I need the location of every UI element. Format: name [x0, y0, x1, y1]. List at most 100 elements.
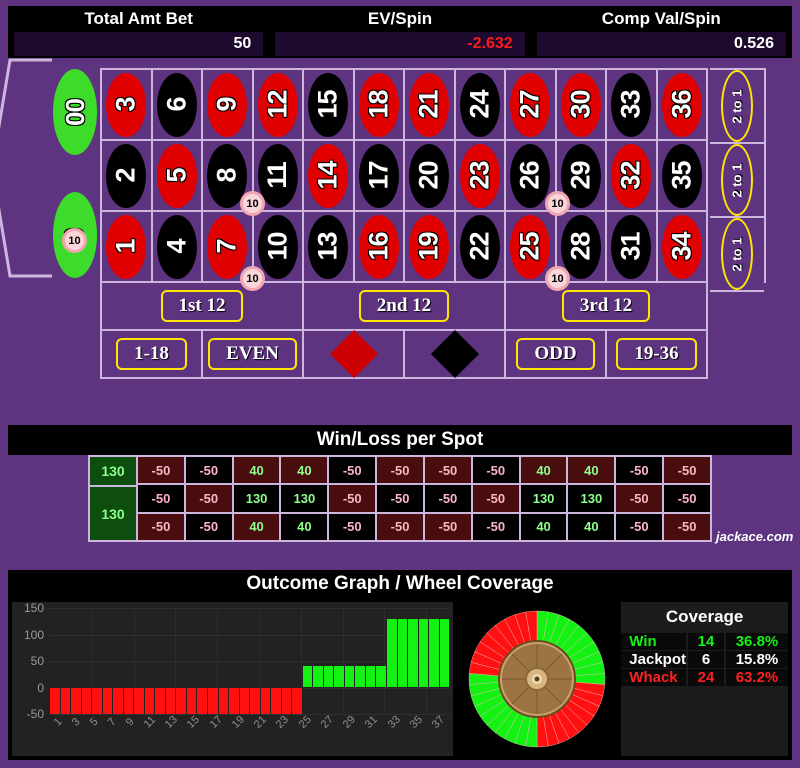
- bet-cell-even[interactable]: EVEN: [203, 331, 304, 377]
- number-oval: 16: [358, 214, 399, 279]
- bet-cell-column-bottom[interactable]: 2 to 1: [710, 218, 764, 292]
- bet-cell-red[interactable]: [304, 329, 405, 379]
- number-label: 31: [615, 232, 646, 261]
- bet-cell-9[interactable]: 9: [203, 70, 254, 141]
- number-oval: 31: [611, 214, 652, 279]
- chart-bar: [302, 608, 313, 714]
- number-label: 34: [666, 232, 697, 261]
- bet-chip[interactable]: 10: [62, 228, 87, 253]
- bet-cell-31[interactable]: 31: [607, 212, 658, 283]
- stat-total-amt-bet: Total Amt Bet 50: [8, 6, 269, 58]
- chart-bar: [397, 608, 408, 714]
- bet-cell-black[interactable]: [405, 329, 506, 379]
- chart-plot-area: [50, 608, 450, 714]
- bet-cell-21[interactable]: 21: [405, 70, 456, 141]
- bet-cell-12[interactable]: 12: [253, 70, 304, 141]
- bet-cell-19[interactable]: 19: [405, 212, 456, 283]
- coverage-row: Jackpot 6 15.8%: [621, 651, 788, 668]
- bet-cell-33[interactable]: 33: [607, 70, 658, 141]
- bet-cell-6[interactable]: 6: [152, 70, 203, 141]
- bet-cell-32[interactable]: 32: [607, 141, 658, 212]
- number-oval: 22: [459, 214, 500, 279]
- bet-cell-1st-12[interactable]: 1st 12: [102, 283, 304, 329]
- number-oval: 20: [409, 143, 450, 208]
- coverage-panel: Coverage Win 14 36.8% Jackpot 6 15.8% Whack 24 6…: [621, 602, 788, 756]
- bet-cell-column-top[interactable]: 2 to 1: [710, 70, 764, 144]
- number-label: 14: [312, 161, 343, 190]
- bet-chip[interactable]: 10: [545, 191, 570, 216]
- bet-cell-20[interactable]: 20: [405, 141, 456, 212]
- winloss-cell: -50: [472, 457, 519, 484]
- number-label: 5: [161, 168, 192, 183]
- bet-cell-18[interactable]: 18: [354, 70, 405, 141]
- number-label: 25: [514, 232, 545, 261]
- chart-bar: [113, 608, 123, 714]
- number-label: 15: [312, 90, 343, 119]
- bet-cell-1[interactable]: 1: [102, 212, 153, 283]
- bet-cell-34[interactable]: 34: [657, 212, 708, 283]
- outcome-chart: 150 100 50 0 -50 1 3 5 7 9 11 13 15 17 19 21 23 25 27 29 31…: [12, 601, 454, 756]
- watermark: jackace.com: [716, 529, 794, 544]
- bet-cell-00[interactable]: 00: [52, 68, 98, 156]
- chart-bar: [418, 608, 429, 714]
- bet-cell-2nd-12[interactable]: 2nd 12: [304, 283, 506, 329]
- bet-cell-15[interactable]: 15: [304, 70, 355, 141]
- number-label: 4: [161, 239, 192, 254]
- number-label: 19: [413, 232, 444, 261]
- bet-cell-24[interactable]: 24: [455, 70, 506, 141]
- bet-cell-3rd-12[interactable]: 3rd 12: [506, 283, 708, 329]
- bet-cell-17[interactable]: 17: [354, 141, 405, 212]
- bet-cell-column-middle[interactable]: 2 to 1: [710, 144, 764, 218]
- bet-chip[interactable]: 10: [240, 191, 265, 216]
- number-oval: 2: [106, 143, 147, 208]
- bet-cell-27[interactable]: 27: [506, 70, 557, 141]
- bet-cell-19-36[interactable]: 19-36: [607, 331, 708, 377]
- winloss-cell: 130: [568, 485, 615, 512]
- bet-cell-3[interactable]: 3: [102, 70, 153, 141]
- stat-ev-per-spin: EV/Spin -2.632: [269, 6, 530, 58]
- coverage-row: Whack 24 63.2%: [621, 669, 788, 686]
- winloss-zero-cell: 130: [90, 457, 136, 485]
- column-bet-pill: 2 to 1: [721, 218, 753, 290]
- number-label: 3: [110, 97, 141, 112]
- winloss-grid: 130 130 -50 -50 40 40 -50 -50 -50 -50 40 40 -50 -50…: [88, 455, 712, 542]
- bet-cell-odd[interactable]: ODD: [506, 331, 607, 377]
- stat-value: -2.632: [275, 32, 525, 56]
- chart-bar: [176, 608, 186, 714]
- bet-cell-1-18[interactable]: 1-18: [102, 331, 203, 377]
- bet-cell-36[interactable]: 36: [657, 70, 708, 141]
- bet-cell-4[interactable]: 4: [152, 212, 203, 283]
- winloss-cell: -50: [424, 485, 471, 512]
- bet-cell-13[interactable]: 13: [304, 212, 355, 283]
- coverage-label: Jackpot: [621, 651, 686, 668]
- winloss-cell: -50: [185, 457, 232, 484]
- winloss-cell: -50: [185, 513, 232, 540]
- chart-y-axis: 150 100 50 0 -50: [12, 601, 48, 721]
- bet-cell-5[interactable]: 5: [152, 141, 203, 212]
- chart-bar: [334, 608, 344, 714]
- bet-cell-35[interactable]: 35: [657, 141, 708, 212]
- outside-bet-label: ODD: [516, 338, 595, 370]
- chart-bar: [186, 608, 197, 714]
- chart-bar: [323, 608, 334, 714]
- number-oval: 27: [510, 72, 551, 137]
- chart-bar: [50, 608, 60, 714]
- bet-chip[interactable]: 10: [545, 266, 570, 291]
- chart-bar: [144, 608, 155, 714]
- dozen-bets: 1st 12 2nd 12 3rd 12: [100, 283, 708, 331]
- winloss-cell: -50: [616, 457, 663, 484]
- coverage-label: Whack: [621, 669, 686, 686]
- bet-cell-14[interactable]: 14: [304, 141, 355, 212]
- stat-value: 50: [14, 32, 264, 56]
- bet-cell-2[interactable]: 2: [102, 141, 153, 212]
- chart-bar: [229, 608, 239, 714]
- number-oval: 28: [560, 214, 601, 279]
- bet-chip[interactable]: 10: [240, 266, 265, 291]
- winloss-cell: 40: [233, 513, 280, 540]
- number-label: 18: [363, 90, 394, 119]
- winloss-cell: -50: [664, 485, 710, 512]
- bet-cell-30[interactable]: 30: [556, 70, 607, 141]
- bet-cell-23[interactable]: 23: [455, 141, 506, 212]
- bet-cell-16[interactable]: 16: [354, 212, 405, 283]
- bet-cell-22[interactable]: 22: [455, 212, 506, 283]
